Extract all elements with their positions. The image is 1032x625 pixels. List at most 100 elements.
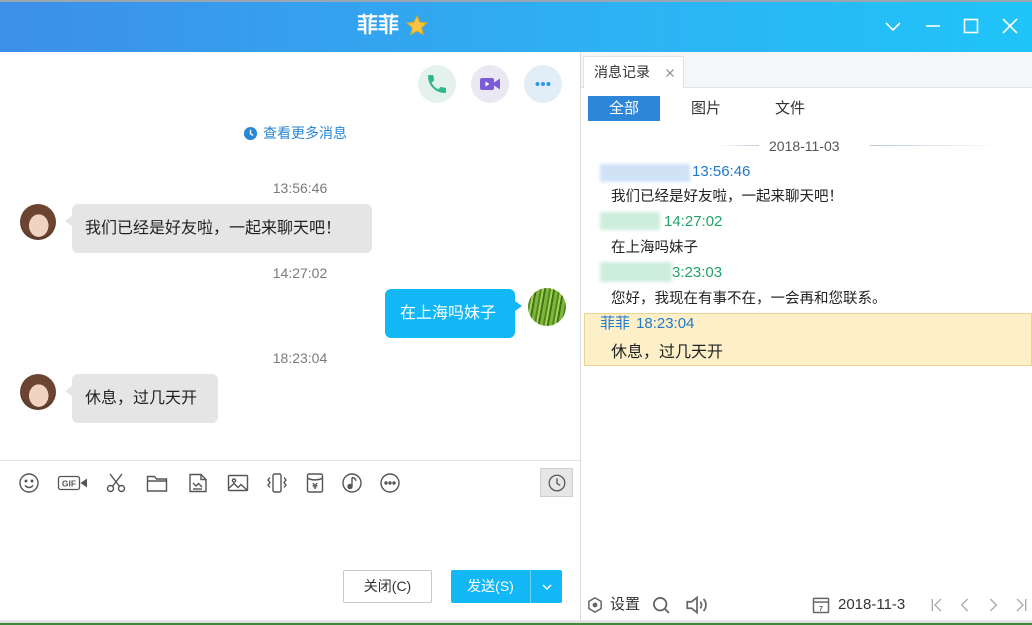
history-entry-header: 菲菲 18:23:04 xyxy=(600,315,694,333)
document-button[interactable] xyxy=(186,471,210,495)
calendar-button[interactable]: 7 xyxy=(811,595,831,615)
incoming-message-bubble: 我们已经是好友啦，一起来聊天吧！ xyxy=(65,204,372,253)
first-page-button[interactable] xyxy=(929,597,945,613)
history-entry-text[interactable]: 我们已经是好友啦，一起来聊天吧！ xyxy=(611,188,843,206)
message-history-panel: 消息记录 全部 图片 文件 2018-11-03 13:56:46 我们已经是好… xyxy=(581,52,1032,620)
filter-images[interactable]: 图片 xyxy=(686,96,726,121)
minimize-icon xyxy=(926,25,940,27)
chevron-down-icon xyxy=(885,22,901,32)
close-window-button[interactable] xyxy=(998,14,1022,38)
message-timestamp: 18:23:04 xyxy=(272,350,328,366)
settings-label[interactable]: 设置 xyxy=(610,596,640,614)
history-entry-time: 3:23:03 xyxy=(672,264,723,281)
chat-panel: 查看更多消息 13:56:46 我们已经是好友啦，一起来聊天吧！ 14:27:0… xyxy=(0,52,581,620)
message-text: 休息，过几天开 xyxy=(85,390,198,407)
contact-avatar[interactable] xyxy=(20,374,56,410)
message-timestamp: 13:56:46 xyxy=(272,180,328,196)
load-more-messages-link[interactable]: 查看更多消息 xyxy=(243,124,347,142)
message-text: 在上海吗妹子 xyxy=(400,305,497,322)
history-date-header: 2018-11-03 xyxy=(769,138,840,154)
history-entry-time: 13:56:46 xyxy=(692,163,751,180)
filter-all[interactable]: 全部 xyxy=(588,96,660,121)
message-input[interactable] xyxy=(10,508,570,564)
load-more-label: 查看更多消息 xyxy=(263,125,347,141)
last-page-icon xyxy=(1016,598,1027,612)
title-bar: 菲菲 xyxy=(0,0,1032,52)
search-icon xyxy=(653,597,670,614)
send-options-button[interactable] xyxy=(530,570,562,603)
image-button[interactable] xyxy=(226,471,250,495)
red-packet-glyph: ¥ xyxy=(312,482,318,491)
history-entry-selected[interactable]: 菲菲 18:23:04 休息，过几天开 xyxy=(584,313,1032,366)
shake-button[interactable] xyxy=(265,471,289,495)
close-icon xyxy=(1002,18,1018,34)
clock-icon xyxy=(243,126,258,140)
gif-icon: GIF xyxy=(57,471,87,495)
history-entry-text[interactable]: 您好，我现在有事不在，一会再和您联系。 xyxy=(611,290,887,308)
vip-star-icon xyxy=(406,14,428,36)
tab-label: 消息记录 xyxy=(594,64,650,80)
history-clock-icon xyxy=(548,474,565,491)
more-icon xyxy=(535,82,551,86)
video-call-button[interactable] xyxy=(471,65,509,103)
screenshot-scissors-icon xyxy=(104,471,128,495)
send-button[interactable]: 发送(S) xyxy=(451,570,530,603)
speaker-button[interactable] xyxy=(684,592,710,618)
more-actions-button[interactable] xyxy=(524,65,562,103)
message-text: 我们已经是好友啦，一起来聊天吧！ xyxy=(85,220,342,237)
send-file-button[interactable] xyxy=(145,471,169,495)
maximize-button[interactable] xyxy=(959,14,983,38)
tab-message-history[interactable]: 消息记录 xyxy=(583,56,684,88)
settings-icon xyxy=(588,597,602,613)
search-button[interactable] xyxy=(651,595,671,615)
outgoing-message-bubble: 在上海吗妹子 xyxy=(385,289,522,338)
red-packet-button[interactable]: ¥ xyxy=(303,471,327,495)
settings-button[interactable] xyxy=(586,596,604,614)
folder-icon xyxy=(145,471,169,495)
history-entry-sender: 菲菲 xyxy=(600,315,631,332)
redacted-sender-name xyxy=(600,262,672,282)
document-icon xyxy=(186,471,210,495)
more-tools-button[interactable] xyxy=(378,471,402,495)
next-page-button[interactable] xyxy=(985,597,1001,613)
emoji-icon xyxy=(17,471,41,495)
prev-page-button[interactable] xyxy=(957,597,973,613)
shake-icon xyxy=(265,471,289,495)
history-date[interactable]: 2018-11-3 xyxy=(838,596,905,614)
incoming-message-bubble: 休息，过几天开 xyxy=(65,374,218,423)
history-entry-text[interactable]: 在上海吗妹子 xyxy=(611,239,698,257)
speaker-icon xyxy=(686,595,707,615)
desktop-background-strip xyxy=(0,620,1032,625)
phone-icon xyxy=(428,75,446,93)
message-history-button[interactable] xyxy=(540,468,573,497)
screenshot-button[interactable] xyxy=(104,471,128,495)
voice-call-button[interactable] xyxy=(418,65,456,103)
window-menu-button[interactable] xyxy=(881,14,905,38)
video-icon xyxy=(480,78,500,90)
next-page-icon xyxy=(989,598,998,612)
redacted-sender-name xyxy=(600,212,660,230)
image-icon xyxy=(226,471,250,495)
my-avatar[interactable] xyxy=(528,288,566,326)
history-entry-time: 14:27:02 xyxy=(664,213,723,230)
gif-icon-lettering: GIF xyxy=(62,478,76,488)
gif-button[interactable]: GIF xyxy=(57,471,88,495)
filter-files[interactable]: 文件 xyxy=(770,96,810,121)
close-button[interactable]: 关闭(C) xyxy=(343,570,432,603)
minimize-button[interactable] xyxy=(921,14,945,38)
music-icon xyxy=(340,471,364,495)
red-packet-icon: ¥ xyxy=(303,471,327,495)
calendar-icon: 7 xyxy=(812,597,830,614)
window-title: 菲菲 xyxy=(357,14,399,37)
chevron-down-icon xyxy=(541,583,552,590)
more-icon xyxy=(378,471,402,495)
music-button[interactable] xyxy=(340,471,364,495)
emoji-button[interactable] xyxy=(17,471,41,495)
date-divider-line xyxy=(870,145,1000,146)
message-timestamp: 14:27:02 xyxy=(272,265,328,281)
close-icon[interactable] xyxy=(664,67,676,79)
last-page-button[interactable] xyxy=(1013,597,1029,613)
maximize-icon xyxy=(963,18,979,34)
contact-avatar[interactable] xyxy=(20,204,56,240)
prev-page-icon xyxy=(960,598,969,612)
